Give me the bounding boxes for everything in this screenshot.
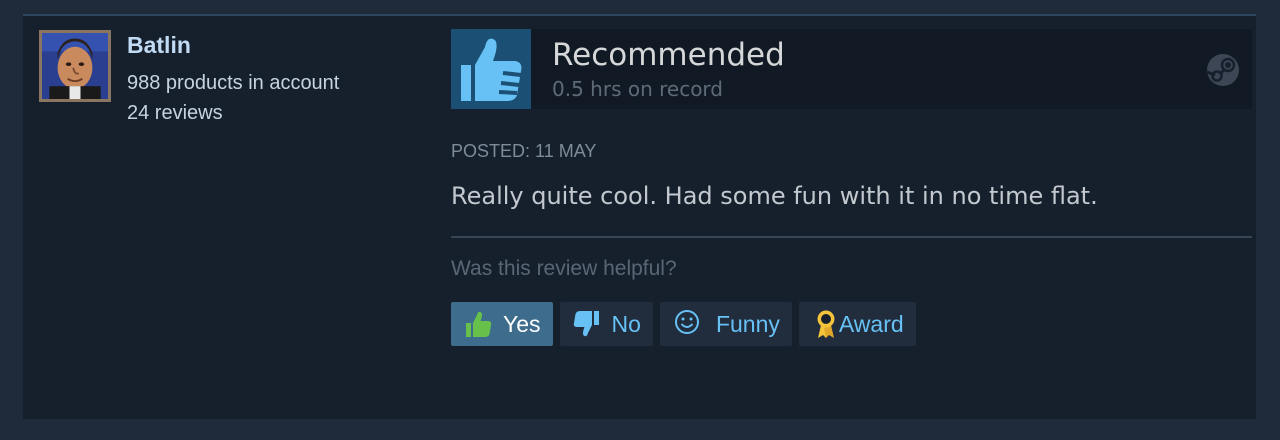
author-products-count[interactable]: 988 products in account [127,72,339,95]
vote-funny-label: Funny [715,310,780,337]
thumbs-up-icon [451,29,531,109]
author-name[interactable]: Batlin [127,32,191,59]
divider [451,236,1252,238]
review-text: Really quite cool. Had some fun with it … [451,182,1098,210]
verdict-title: Recommended [552,37,785,73]
posted-date: POSTED: 11 MAY [451,141,597,161]
vote-buttons: Yes No Funny Award [451,302,916,346]
author-reviews-count[interactable]: 24 reviews [127,102,223,125]
award-label: Award [838,310,904,337]
award-button[interactable]: Award [798,302,916,346]
thumbs-up-icon [463,309,493,339]
vote-no-label: No [611,310,641,337]
vote-no-button[interactable]: No [559,302,653,346]
helpful-question: Was this review helpful? [451,257,677,280]
review-card: Batlin 988 products in account 24 review… [23,14,1256,419]
verdict-header[interactable]: Recommended 0.5 hrs on record [451,29,1252,109]
award-ribbon-icon [811,309,835,339]
thumbs-down-icon [572,309,602,339]
smiley-icon [672,309,702,339]
avatar-image [42,33,108,99]
hours-on-record: 0.5 hrs on record [552,77,723,101]
steam-logo-icon [1206,54,1239,86]
vote-yes-label: Yes [503,310,541,337]
vote-yes-button[interactable]: Yes [451,302,553,346]
avatar[interactable] [39,30,111,102]
vote-funny-button[interactable]: Funny [659,302,792,346]
